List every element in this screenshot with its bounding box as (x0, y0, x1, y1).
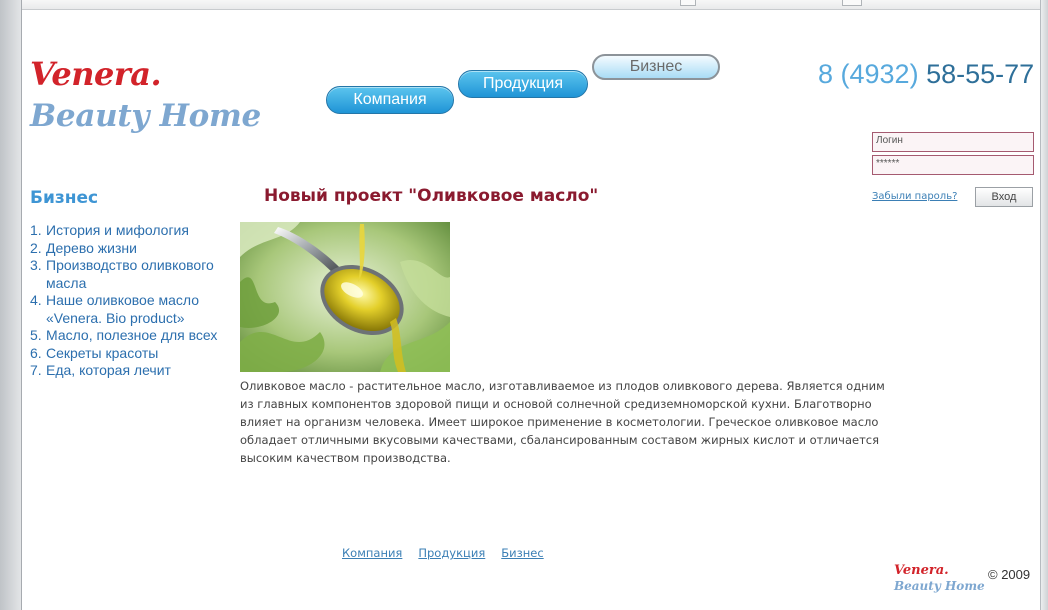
sidebar-item-number: 7. (30, 362, 42, 378)
window-left-edge (0, 0, 22, 610)
sidebar-item-number: 6. (30, 344, 42, 361)
nav-company-button[interactable]: Компания (326, 86, 454, 114)
sidebar-item-label: История и мифология (46, 222, 189, 238)
footer-logo-beauty-home: Beauty Home (894, 579, 985, 593)
footer-link-company[interactable]: Компания (342, 546, 402, 560)
sidebar-item-label: Еда, которая лечит (46, 362, 171, 378)
nav-products-button[interactable]: Продукция (458, 70, 588, 98)
sidebar-menu: 1. История и мифология 2. Дерево жизни 3. П… (30, 222, 235, 380)
sidebar-item-label: Секреты красоты (46, 344, 159, 361)
sidebar-item-number: 4. (30, 292, 42, 308)
sidebar-item-label: Масло, полезное для всех (46, 327, 218, 343)
article-body: Оливковое масло - растительное масло, из… (240, 379, 885, 465)
logo-beauty-home[interactable]: Beauty Home (30, 98, 261, 134)
forgot-password-link[interactable]: Забыли пароль? (872, 191, 957, 202)
sidebar-item-number: 1. (30, 222, 42, 238)
logo-venera[interactable]: Venera. (30, 55, 162, 93)
sidebar-title: Бизнес (30, 188, 99, 208)
login-password-input[interactable]: ****** (872, 155, 1034, 175)
sidebar-item-production[interactable]: 3. Производство оливкового масла (30, 257, 235, 292)
window-top-edge (0, 0, 1048, 10)
login-submit-button[interactable]: Вход (975, 187, 1033, 207)
sidebar-item-label: Дерево жизни (46, 239, 137, 256)
web-page: Venera. Beauty Home Компания Продукция Б… (22, 10, 1040, 610)
window-right-edge (1040, 0, 1048, 610)
article-title: Новый проект "Оливковое масло" (264, 186, 599, 206)
sidebar-item-healthy-oil[interactable]: 5. Масло, полезное для всех (30, 327, 235, 345)
footer-logo-venera: Venera. (894, 563, 949, 578)
login-username-input[interactable]: Логин (872, 132, 1034, 152)
sidebar-item-healing-food[interactable]: 7. Еда, которая лечит (30, 362, 235, 380)
footer-link-business[interactable]: Бизнес (501, 546, 543, 560)
nav-business-button[interactable]: Бизнес (592, 54, 720, 80)
sidebar-item-label: Производство оливкового масла (46, 257, 214, 291)
footer-link-products[interactable]: Продукция (418, 546, 485, 560)
sidebar-item-number: 3. (30, 257, 42, 273)
phone-prefix: 8 (4932) (818, 59, 927, 89)
sidebar-item-tree-of-life[interactable]: 2. Дерево жизни (30, 240, 235, 258)
window-tab-marker (842, 0, 862, 6)
window-tab-marker (680, 0, 696, 6)
olive-oil-photo (240, 222, 450, 372)
sidebar-item-history[interactable]: 1. История и мифология (30, 222, 235, 240)
sidebar-item-label: Наше оливковое масло «Venera. Bio produc… (46, 292, 200, 326)
sidebar-item-beauty-secrets[interactable]: 6. Секреты красоты (30, 345, 235, 363)
phone-number: 8 (4932) 58-55-77 (818, 59, 1034, 90)
footer-nav: Компания Продукция Бизнес (342, 546, 544, 560)
sidebar-item-number: 5. (30, 327, 42, 343)
copyright-text: © 2009 (988, 567, 1031, 582)
olive-oil-illustration (240, 222, 450, 372)
sidebar-item-number: 2. (30, 239, 42, 256)
phone-main: 58-55-77 (926, 59, 1035, 89)
sidebar-item-our-oil[interactable]: 4. Наше оливковое масло «Venera. Bio prod… (30, 292, 235, 327)
